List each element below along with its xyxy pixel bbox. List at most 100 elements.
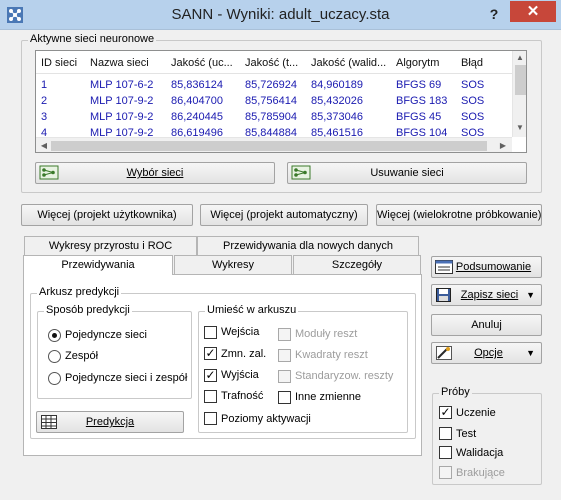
remove-network-label: Usuwanie sieci — [370, 167, 444, 179]
select-network-label: Wybór sieci — [126, 167, 184, 179]
cell-algorithm: BFGS 183 — [396, 95, 448, 107]
label-inputs: Wejścia — [221, 326, 260, 338]
horizontal-scroll-thumb[interactable] — [51, 141, 487, 151]
method-ensemble-radio[interactable] — [48, 350, 61, 363]
more-user-project-button[interactable]: Więcej (projekt użytkownika) — [21, 204, 193, 226]
vertical-scroll-thumb[interactable] — [515, 65, 526, 95]
cell-error: SOS — [461, 127, 485, 137]
check-test[interactable] — [439, 427, 452, 440]
cell-id: 2 — [41, 95, 48, 107]
label-missing: Brakujące — [456, 467, 505, 479]
samples-title: Próby — [439, 386, 472, 398]
label-activation-levels: Poziomy aktywacji — [221, 413, 311, 425]
save-networks-button[interactable]: Zapisz sieci ▼ — [431, 284, 542, 306]
label-squared-residuals: Kwadraty reszt — [295, 349, 368, 361]
close-button[interactable]: ✕ — [510, 1, 556, 22]
tab-predictions[interactable]: Przewidywania — [23, 255, 173, 275]
cell-test-quality: 85,756414 — [245, 95, 297, 107]
col-header-name[interactable]: Nazwa sieci — [90, 57, 170, 69]
summary-label: Podsumowanie — [455, 261, 532, 273]
label-residual-moduli: Moduły reszt — [295, 328, 358, 340]
summary-icon — [435, 260, 453, 274]
tab-predictions-new-data[interactable]: Przewidywania dla nowych danych — [197, 236, 419, 255]
predict-button[interactable]: Predykcja — [36, 411, 184, 433]
prediction-method-title: Sposób predykcji — [44, 304, 132, 316]
col-header-valid-quality[interactable]: Jakość (walid... — [311, 57, 393, 69]
more-multi-sampling-button[interactable]: Więcej (wielokrotne próbkowanie) — [376, 204, 542, 226]
cell-valid-quality: 85,373046 — [311, 111, 363, 123]
save-dropdown-icon[interactable]: ▼ — [526, 285, 535, 305]
col-header-error[interactable]: Błąd — [461, 57, 501, 69]
cell-id: 3 — [41, 111, 48, 123]
method-both-radio[interactable] — [48, 372, 61, 385]
cell-algorithm: BFGS 45 — [396, 111, 442, 123]
horizontal-scrollbar[interactable]: ◀ ▶ — [36, 137, 512, 152]
tab-lift-roc[interactable]: Wykresy przyrostu i ROC — [24, 236, 197, 255]
cell-test-quality: 85,726924 — [245, 79, 297, 91]
col-header-id[interactable]: ID sieci — [41, 57, 89, 69]
label-standardized-residuals: Standaryzow. reszty — [295, 370, 394, 382]
check-residual-moduli[interactable] — [278, 328, 291, 341]
check-accuracy[interactable] — [204, 390, 217, 403]
scroll-left-icon[interactable]: ◀ — [37, 141, 51, 150]
cell-test-quality: 85,844884 — [245, 127, 297, 137]
cell-train-quality: 86,404700 — [171, 95, 223, 107]
label-validation: Walidacja — [456, 447, 504, 459]
table-row[interactable]: 2 MLP 107-9-2 86,404700 85,756414 85,432… — [36, 94, 512, 110]
cell-valid-quality: 85,461516 — [311, 127, 363, 137]
tab-charts[interactable]: Wykresy — [174, 255, 292, 274]
cell-name: MLP 107-9-2 — [90, 95, 154, 107]
table-row[interactable]: 4 MLP 107-9-2 86,619496 85,844884 85,461… — [36, 126, 512, 137]
check-squared-residuals[interactable] — [278, 349, 291, 362]
cell-valid-quality: 84,960189 — [311, 79, 363, 91]
check-dependent-vars[interactable]: ✓ — [204, 347, 217, 360]
check-activation-levels[interactable] — [204, 412, 217, 425]
cancel-button[interactable]: Anuluj — [431, 314, 542, 336]
summary-button[interactable]: Podsumowanie — [431, 256, 542, 278]
cell-name: MLP 107-6-2 — [90, 79, 154, 91]
check-outputs[interactable]: ✓ — [204, 369, 217, 382]
save-networks-label: Zapisz sieci — [460, 289, 519, 301]
table-header: ID sieci Nazwa sieci Jakość (uc... Jakoś… — [36, 51, 512, 74]
label-test: Test — [456, 428, 477, 440]
cell-id: 4 — [41, 127, 48, 137]
window-title: SANN - Wyniki: adult_uczacy.sta — [171, 6, 390, 23]
options-button[interactable]: Opcje ▼ — [431, 342, 542, 364]
col-header-algorithm[interactable]: Algorytm — [396, 57, 458, 69]
more-auto-project-button[interactable]: Więcej (projekt automatyczny) — [200, 204, 368, 226]
label-outputs: Wyjścia — [221, 369, 259, 381]
scroll-down-icon[interactable]: ▼ — [513, 123, 526, 132]
scroll-right-icon[interactable]: ▶ — [496, 141, 510, 150]
select-network-button[interactable]: Wybór sieci — [35, 162, 275, 184]
cell-valid-quality: 85,432026 — [311, 95, 363, 107]
scroll-up-icon[interactable]: ▲ — [513, 53, 526, 62]
check-training[interactable]: ✓ — [439, 406, 452, 419]
prediction-sheet-title: Arkusz predykcji — [37, 286, 122, 298]
check-missing[interactable] — [439, 466, 452, 479]
tab-details[interactable]: Szczegóły — [293, 255, 421, 274]
networks-table[interactable]: ID sieci Nazwa sieci Jakość (uc... Jakoś… — [35, 50, 527, 153]
vertical-scrollbar[interactable]: ▲ ▼ — [512, 51, 526, 137]
options-dropdown-icon[interactable]: ▼ — [526, 343, 535, 363]
method-ensemble-label: Zespół — [65, 350, 99, 362]
cell-error: SOS — [461, 95, 485, 107]
spreadsheet-icon — [41, 415, 57, 429]
save-icon — [436, 288, 451, 302]
table-row[interactable]: 3 MLP 107-9-2 86,240445 85,785904 85,373… — [36, 110, 512, 126]
title-bar: SANN - Wyniki: adult_uczacy.sta ? ✕ — [0, 0, 561, 30]
check-validation[interactable] — [439, 446, 452, 459]
col-header-test-quality[interactable]: Jakość (t... — [245, 57, 307, 69]
cell-name: MLP 107-9-2 — [90, 111, 154, 123]
help-button[interactable]: ? — [482, 4, 506, 24]
check-inputs[interactable] — [204, 326, 217, 339]
cell-error: SOS — [461, 79, 485, 91]
check-standardized-residuals[interactable] — [278, 370, 291, 383]
label-other-variables: Inne zmienne — [295, 391, 362, 403]
network-remove-icon — [291, 165, 311, 180]
col-header-train-quality[interactable]: Jakość (uc... — [171, 57, 241, 69]
table-row[interactable]: 1 MLP 107-6-2 85,836124 85,726924 84,960… — [36, 78, 512, 94]
networks-group-title: Aktywne sieci neuronowe — [28, 33, 157, 45]
check-other-variables[interactable] — [278, 391, 291, 404]
remove-network-button[interactable]: Usuwanie sieci — [287, 162, 527, 184]
method-single-radio[interactable] — [48, 329, 61, 342]
